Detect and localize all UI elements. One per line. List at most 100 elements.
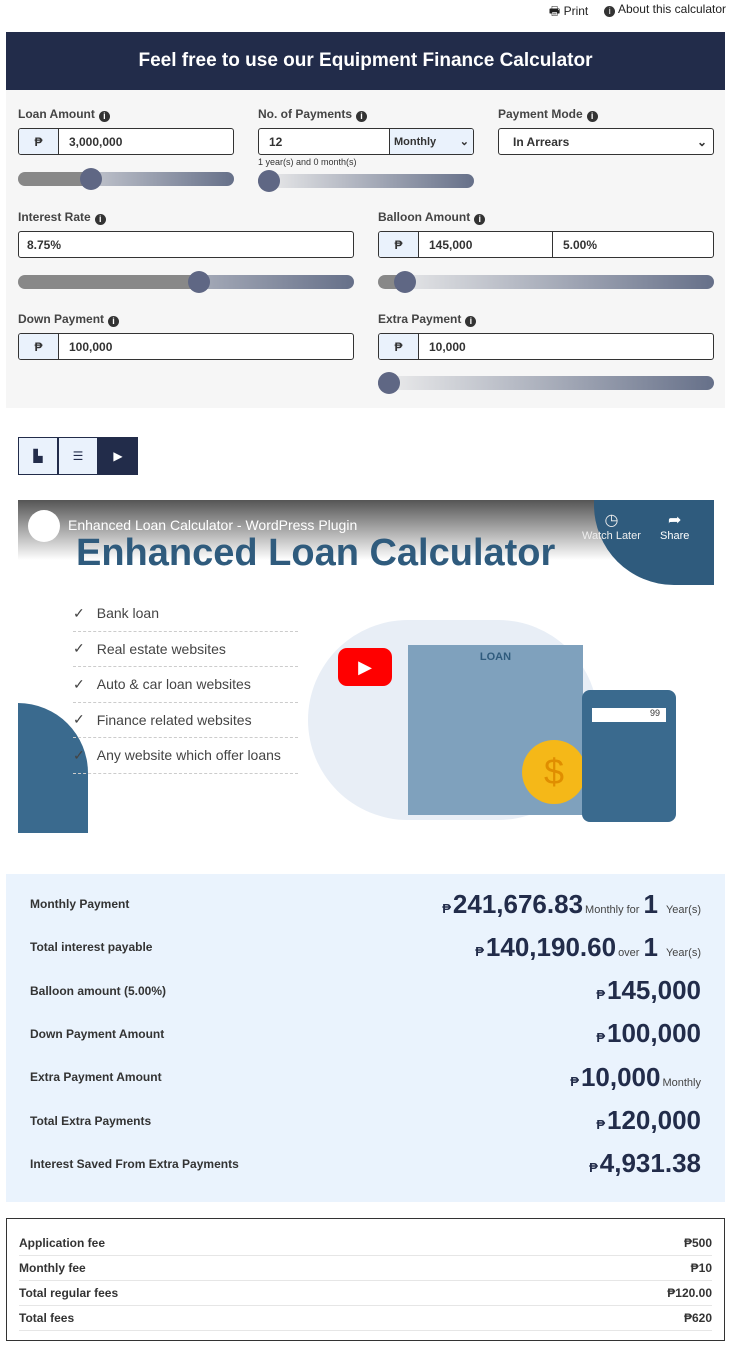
currency-symbol: ₱ xyxy=(379,232,419,257)
result-row: Extra Payment Amount ₱ 10,000 Monthly xyxy=(30,1057,701,1097)
result-row: Total interest payable ₱ 140,190.60 over 1 Ye… xyxy=(30,927,701,967)
slider-thumb[interactable] xyxy=(378,372,400,394)
loan-amount-label: Loan Amount i xyxy=(18,107,110,122)
tab-video[interactable]: ▶ xyxy=(98,437,138,475)
interest-rate-input[interactable]: 8.75% xyxy=(18,231,354,258)
calculator-title: Feel free to use our Equipment Finance C… xyxy=(6,32,725,90)
interest-rate-slider[interactable] xyxy=(18,271,354,293)
result-value: ₱ 120,000 xyxy=(596,1105,701,1135)
check-circle-icon: ✓ xyxy=(73,746,85,763)
result-value: ₱ 140,190.60 over 1 Year(s) xyxy=(475,931,701,962)
about-label: About this calculator xyxy=(617,2,726,16)
payment-mode-label: Payment Mode i xyxy=(498,107,598,122)
frequency-select[interactable]: Monthly ⌄ xyxy=(390,129,473,154)
fee-value: ₱120.00 xyxy=(667,1286,712,1300)
watch-later-button[interactable]: ◷ Watch Later xyxy=(582,510,641,542)
result-label: Extra Payment Amount xyxy=(30,1070,162,1085)
tab-schedule[interactable]: ☰ xyxy=(58,437,98,475)
result-value: ₱ 241,676.83 Monthly for 1 Year(s) xyxy=(442,888,701,919)
down-payment-label: Down Payment i xyxy=(18,312,120,327)
balloon-label: Balloon Amount i xyxy=(378,210,486,225)
about-link[interactable]: i About this calculator xyxy=(600,2,726,23)
payments-slider[interactable] xyxy=(258,170,474,192)
slider-thumb[interactable] xyxy=(187,271,210,293)
chevron-down-icon: ⌄ xyxy=(696,134,707,149)
tab-chart[interactable]: ▙ xyxy=(18,437,58,475)
video-bullet: ✓ Auto & car loan websites xyxy=(73,667,298,703)
down-payment-input[interactable]: ₱ 100,000 xyxy=(18,333,354,360)
view-tabs: ▙ ☰ ▶ xyxy=(18,437,138,475)
results-panel: Monthly Payment ₱ 241,676.83 Monthly for 1 Ye… xyxy=(6,874,725,1202)
print-link[interactable]: 🖶 Print xyxy=(549,2,588,23)
youtube-play-button[interactable]: ▶ xyxy=(338,648,392,686)
result-label: Monthly Payment xyxy=(30,897,130,911)
slider-thumb[interactable] xyxy=(393,271,416,293)
fee-label: Total regular fees xyxy=(19,1286,119,1300)
share-button[interactable]: ➦ Share xyxy=(660,510,689,542)
currency-symbol: ₱ xyxy=(19,334,59,359)
result-label: Down Payment Amount xyxy=(30,1026,165,1041)
balloon-amount-value[interactable]: 145,000 xyxy=(419,232,553,257)
info-icon[interactable]: i xyxy=(474,214,486,225)
video-bullets: ✓ Bank loan ✓ Real estate websites ✓ Auto & c… xyxy=(73,596,298,774)
fee-value: ₱10 xyxy=(690,1261,712,1275)
info-icon[interactable]: i xyxy=(586,111,598,122)
loan-amount-value[interactable]: 3,000,000 xyxy=(59,129,233,154)
video-bullet: ✓ Real estate websites xyxy=(73,632,298,667)
fee-label: Application fee xyxy=(19,1236,106,1250)
result-value: ₱ 100,000 xyxy=(596,1018,701,1049)
video-title[interactable]: Enhanced Loan Calculator - WordPress Plu… xyxy=(68,517,357,533)
fee-label: Monthly fee xyxy=(19,1261,86,1275)
print-label: Print xyxy=(563,4,589,18)
channel-avatar[interactable] xyxy=(28,510,60,542)
fee-label: Total fees xyxy=(19,1311,75,1325)
balloon-input[interactable]: ₱ 145,000 5.00% xyxy=(378,231,714,258)
payment-mode-select[interactable]: In Arrears ⌄ xyxy=(498,128,714,155)
interest-rate-label: Interest Rate i xyxy=(18,210,106,225)
slider-thumb[interactable] xyxy=(80,168,103,190)
info-icon[interactable]: i xyxy=(98,111,110,122)
calculator-illustration: 99 xyxy=(582,690,676,822)
check-circle-icon: ✓ xyxy=(73,711,85,728)
slider-thumb[interactable] xyxy=(258,170,280,192)
info-icon[interactable]: i xyxy=(108,316,120,327)
balloon-percent-value[interactable]: 5.00% xyxy=(553,232,713,257)
result-row: Interest Saved From Extra Payments ₱ 4,931… xyxy=(30,1144,701,1184)
loan-amount-slider[interactable] xyxy=(18,168,234,190)
result-label: Total interest payable xyxy=(30,940,153,955)
info-icon[interactable]: i xyxy=(465,316,477,327)
video-embed[interactable]: Enhanced Loan Calculator - WordPress Plu… xyxy=(18,500,714,833)
clock-icon: ◷ xyxy=(604,512,619,529)
info-icon[interactable]: i xyxy=(356,111,368,122)
video-bullet: ✓ Finance related websites xyxy=(73,703,298,738)
share-icon: ➦ xyxy=(667,512,682,529)
result-row: Balloon amount (5.00%) ₱ 145,000 xyxy=(30,971,701,1011)
balloon-slider[interactable] xyxy=(378,271,714,293)
currency-symbol: ₱ xyxy=(19,129,59,154)
payments-label: No. of Payments i xyxy=(258,107,368,122)
top-links: 🖶 Print i About this calculator xyxy=(549,2,726,23)
extra-payment-slider[interactable] xyxy=(378,372,714,394)
currency-symbol: ₱ xyxy=(379,334,419,359)
payments-duration-note: 1 year(s) and 0 month(s) xyxy=(258,157,357,167)
extra-payment-input[interactable]: ₱ 10,000 xyxy=(378,333,714,360)
result-row: Total Extra Payments ₱ 120,000 xyxy=(30,1101,701,1141)
video-bullet: ✓ Any website which offer loans xyxy=(73,738,298,774)
video-heading: Enhanced Loan Calculator xyxy=(76,532,556,574)
chevron-down-icon: ⌄ xyxy=(459,136,469,148)
result-label: Total Extra Payments xyxy=(30,1113,152,1128)
payments-input[interactable]: 12 Monthly ⌄ xyxy=(258,128,474,155)
result-value: ₱ 4,931.38 xyxy=(589,1148,701,1179)
info-icon: i xyxy=(604,6,616,17)
result-value: ₱ 10,000 Monthly xyxy=(570,1061,701,1092)
info-icon[interactable]: i xyxy=(94,214,106,225)
fee-row: Monthly fee ₱10 xyxy=(19,1256,712,1281)
result-value: ₱ 145,000 xyxy=(596,975,701,1006)
result-row: Down Payment Amount ₱ 100,000 xyxy=(30,1014,701,1054)
list-icon: ☰ xyxy=(72,449,84,463)
payments-value[interactable]: 12 xyxy=(259,129,390,154)
check-circle-icon: ✓ xyxy=(73,640,85,657)
result-label: Balloon amount (5.00%) xyxy=(30,983,167,998)
fees-table: Application fee ₱500 Monthly fee ₱10 Total r… xyxy=(6,1218,725,1341)
loan-amount-input[interactable]: ₱ 3,000,000 xyxy=(18,128,234,155)
